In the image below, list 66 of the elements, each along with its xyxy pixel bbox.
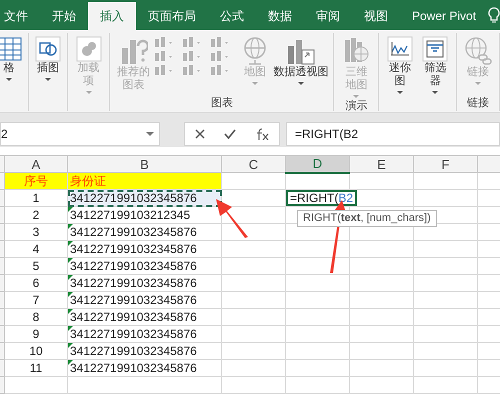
ribbon-tab[interactable]: 插入: [88, 2, 136, 30]
table-icon[interactable]: [0, 36, 22, 62]
ribbon-label[interactable]: 格: [4, 62, 14, 75]
caret-icon[interactable]: [432, 91, 438, 94]
caret-icon[interactable]: [397, 91, 404, 94]
id-number: 3412271991032345876: [70, 360, 197, 374]
row-number: 8: [32, 310, 40, 324]
row-number: 10: [29, 344, 43, 358]
ribbon-tab[interactable]: 公式: [208, 2, 256, 30]
ribbon-tab[interactable]: 文件: [0, 2, 40, 30]
caret-icon[interactable]: [45, 78, 51, 81]
group-label: 演示: [345, 100, 368, 112]
row-number: 5: [32, 258, 40, 272]
row-number: 7: [32, 292, 40, 306]
ribbon-label[interactable]: 迷你图: [385, 62, 415, 88]
id-number: 3412271991032345876: [70, 344, 197, 358]
header-text: 身份证: [70, 174, 106, 188]
ribbon-tab[interactable]: 视图: [352, 2, 400, 30]
id-number: 3412271991032345876: [70, 224, 197, 238]
row-number: 9: [32, 326, 40, 340]
column-header[interactable]: D: [286, 156, 350, 172]
row-number: 6: [32, 276, 40, 290]
ribbon-tab[interactable]: 页面布局: [136, 2, 208, 30]
syntax-tooltip: RIGHT(text, [num_chars]): [297, 210, 437, 227]
column-header[interactable]: E: [350, 156, 414, 172]
id-number: 3412271991032345876: [70, 310, 197, 324]
id-number: 3412271991032345876: [70, 190, 197, 204]
ribbon-label[interactable]: 筛选器: [420, 62, 450, 88]
column-header[interactable]: A: [4, 156, 68, 172]
name-box[interactable]: 2: [0, 122, 160, 146]
active-cell[interactable]: =RIGHT(B2: [286, 190, 358, 206]
shapes-icon[interactable]: [35, 36, 61, 62]
id-number: 341227199103212345: [70, 208, 190, 222]
slicer-icon[interactable]: [422, 36, 448, 62]
ribbon-tab[interactable]: 审阅: [304, 2, 352, 30]
header-text: 序号: [24, 174, 48, 188]
function-icon[interactable]: [254, 128, 270, 140]
id-number: 3412271991032345876: [70, 276, 197, 290]
ribbon-tab[interactable]: 数据: [256, 2, 304, 30]
column-header[interactable]: B: [68, 156, 222, 172]
ribbon-label[interactable]: 插图: [37, 62, 59, 75]
cancel-icon[interactable]: [194, 128, 206, 140]
id-number: 3412271991032345876: [70, 326, 197, 340]
group-label: 图表: [210, 97, 233, 109]
id-number: 3412271991032345876: [70, 258, 197, 272]
row-number: 4: [32, 242, 40, 256]
ribbon-tab[interactable]: 开始: [40, 2, 88, 30]
caret-icon[interactable]: [298, 82, 304, 85]
caret-icon[interactable]: [6, 78, 12, 81]
copied-cell[interactable]: 3412271991032345876: [68, 190, 222, 206]
row-number: 2: [32, 208, 40, 222]
lightbulb-icon[interactable]: [488, 7, 500, 23]
ribbon-label[interactable]: 数据透视图: [273, 66, 328, 79]
column-header[interactable]: C: [222, 156, 286, 172]
id-number: 3412271991032345876: [70, 292, 197, 306]
row-number: 1: [32, 190, 40, 204]
check-icon[interactable]: [224, 128, 236, 140]
formula-field[interactable]: =RIGHT(B2: [286, 122, 500, 146]
sparkline-icon[interactable]: [387, 36, 414, 62]
row-number: 11: [30, 360, 42, 374]
column-header[interactable]: F: [414, 156, 478, 172]
ribbon-tab[interactable]: Power Pivot: [400, 2, 488, 30]
id-number: 3412271991032345876: [70, 242, 197, 256]
group-label: 链接: [467, 97, 489, 109]
arrow: [216, 199, 248, 238]
row-number: 3: [32, 224, 40, 238]
